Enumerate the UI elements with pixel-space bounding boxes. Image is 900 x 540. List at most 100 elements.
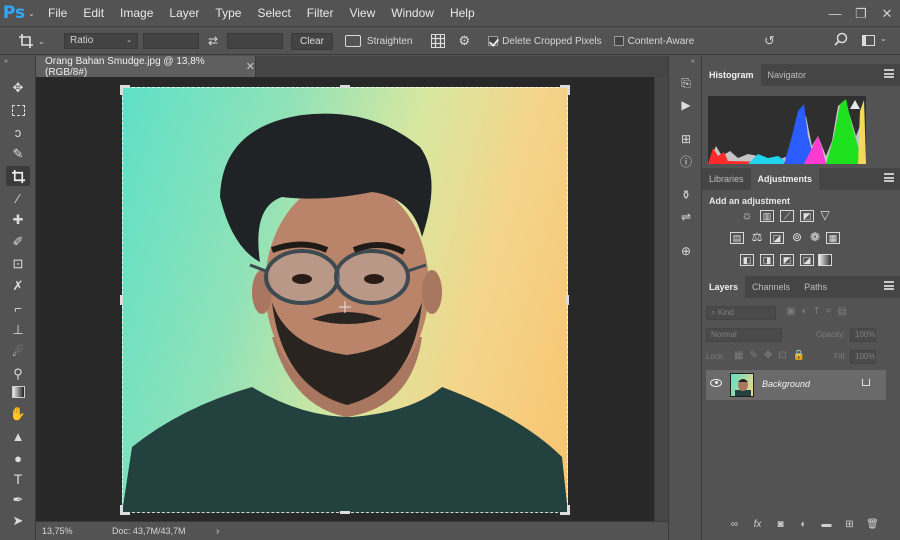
layer-lock-icon[interactable] [862,379,870,386]
crop-handle-left[interactable] [120,295,123,305]
restore-icon[interactable]: ❐ [848,0,874,27]
content-aware-checkbox[interactable] [613,36,624,46]
workspace-chevron-icon[interactable]: ⌄ [880,34,887,43]
content-aware-label[interactable]: Content-Aware [628,36,695,47]
tab-channels[interactable]: Channels [745,276,797,298]
layers-panel-menu-icon[interactable] [884,281,894,290]
crop-handle-top-left[interactable] [120,85,130,95]
layer-style-fx-icon[interactable]: fx [751,518,764,531]
toolbar-collapse-icon[interactable]: » [4,58,8,65]
preset-chevron-icon[interactable]: ⌄ [38,37,52,46]
adjustments-panel-menu-icon[interactable] [884,173,894,182]
app-menu-chevron-icon[interactable]: ⌄ [28,9,40,18]
gradient-fill-icon[interactable] [6,382,30,402]
character-panel-icon[interactable]: ⇌ [677,208,695,226]
menu-edit[interactable]: Edit [75,0,112,27]
lock-options-icons[interactable]: ▦✎✥⊡🔒 [734,350,811,361]
document-tab[interactable]: Orang Bahan Smudge.jpg @ 13,8% (RGB/8#) … [36,56,256,78]
new-layer-icon[interactable]: ⊞ [843,518,856,531]
reset-crop-icon[interactable]: ↺ [764,33,775,49]
color-balance-icon[interactable]: ⚖ [750,231,764,244]
color-lookup-icon[interactable]: ▦ [826,232,840,244]
link-layers-icon[interactable]: ∞ [728,518,741,531]
marquee-tool-icon[interactable] [6,100,30,120]
crop-handle-top[interactable] [340,85,350,88]
blur-tool-icon[interactable]: ☄ [6,342,30,362]
quick-selection-tool-icon[interactable]: ✎ [6,144,30,164]
dodge-burn-tool-icon[interactable]: ● [6,448,30,468]
add-mask-icon[interactable]: ◙ [774,518,787,531]
clone-stamp-tool-icon[interactable]: ⊡ [6,254,30,274]
menu-view[interactable]: View [341,0,383,27]
invert-icon[interactable]: ◧ [740,254,754,266]
fill-input[interactable]: 100% [850,350,876,364]
layer-name[interactable]: Background [762,379,810,389]
status-expand-chevron-icon[interactable]: › [216,526,219,537]
crop-handle-right[interactable] [566,295,569,305]
healing-brush-tool-icon[interactable]: ✚ [6,210,30,230]
workspace-switcher-icon[interactable] [862,35,875,46]
menu-help[interactable]: Help [442,0,483,27]
path-selection-tool-icon[interactable]: ➤ [6,511,30,531]
actions-panel-icon[interactable]: ▶ [677,96,695,114]
smudge-tool-icon[interactable]: ✋ [6,404,30,424]
crop-handle-bottom[interactable] [340,511,350,514]
black-white-icon[interactable]: ◪ [770,232,784,244]
curves-icon[interactable]: ⟋ [780,210,794,222]
close-window-icon[interactable]: ✕ [874,0,900,27]
hue-saturation-icon[interactable]: ▤ [730,232,744,244]
vertical-scrollbar[interactable] [654,77,668,521]
histogram-panel-menu-icon[interactable] [884,69,894,78]
crop-bounding-box[interactable] [122,87,568,513]
tab-histogram[interactable]: Histogram [702,64,761,86]
delete-layer-icon[interactable]: 🗑 [866,518,879,531]
crop-settings-gear-icon[interactable]: ⚙ [459,33,471,49]
levels-icon[interactable]: ▥ [760,210,774,222]
new-group-icon[interactable]: ▬ [820,518,833,531]
tab-navigator[interactable]: Navigator [761,64,814,86]
gradient-map-icon[interactable] [818,254,832,266]
move-tool-icon[interactable]: ✥ [6,78,30,98]
strip-collapse-icon[interactable]: « [691,58,695,65]
delete-cropped-checkbox[interactable] [488,36,499,46]
ratio-select[interactable]: Ratio ⌄ [64,33,138,49]
brush-presets-panel-icon[interactable]: ⚱ [677,186,695,204]
vibrance-icon[interactable]: ▽ [818,209,832,222]
straighten-label[interactable]: Straighten [367,36,413,47]
ratio-height-input[interactable] [227,33,283,49]
histogram-warning-icon[interactable] [850,100,860,109]
ratio-width-input[interactable] [143,33,199,49]
eraser-tool-icon[interactable]: ⌐ [6,298,30,318]
menu-layer[interactable]: Layer [161,0,207,27]
gradient-tool-icon[interactable]: ⊥ [6,320,30,340]
history-panel-icon[interactable]: ⎘ [677,74,695,92]
tab-adjustments[interactable]: Adjustments [750,168,820,190]
photo-filter-icon[interactable]: ⊚ [790,231,804,244]
crop-tool-preset-icon[interactable] [18,33,38,49]
lasso-tool-icon[interactable]: ↄ [6,122,30,142]
selective-color-icon[interactable]: ◪ [800,254,814,266]
layer-filter-icons[interactable]: ▣◐T⌗▤ [786,306,853,317]
properties-panel-icon[interactable]: ⊞ [677,130,695,148]
crop-handle-bottom-left[interactable] [120,505,130,515]
straighten-icon[interactable] [344,35,361,47]
clear-button[interactable]: Clear [291,32,333,50]
menu-window[interactable]: Window [383,0,442,27]
layer-filter-kind-select[interactable]: ⌕ Kind [706,306,776,320]
swap-ratio-icon[interactable]: ⇄ [199,34,227,48]
info-panel-icon[interactable]: ⓘ [677,152,695,170]
sharpen-tool-icon[interactable]: ▲ [6,426,30,446]
new-adjustment-layer-icon[interactable]: ◐ [797,518,810,531]
menu-select[interactable]: Select [249,0,298,27]
threshold-icon[interactable]: ◩ [780,254,794,266]
posterize-icon[interactable]: ◨ [760,254,774,266]
exposure-icon[interactable]: ◩ [800,210,814,222]
dodge-tool-icon[interactable]: ⚲ [6,364,30,384]
channel-mixer-icon[interactable]: ❁ [808,231,822,244]
delete-cropped-label[interactable]: Delete Cropped Pixels [502,36,602,47]
layer-visibility-eye-icon[interactable] [710,379,722,387]
minimize-icon[interactable]: — [822,0,848,27]
tab-paths[interactable]: Paths [797,276,834,298]
menu-filter[interactable]: Filter [299,0,342,27]
layer-row-background[interactable]: Background [706,370,886,400]
